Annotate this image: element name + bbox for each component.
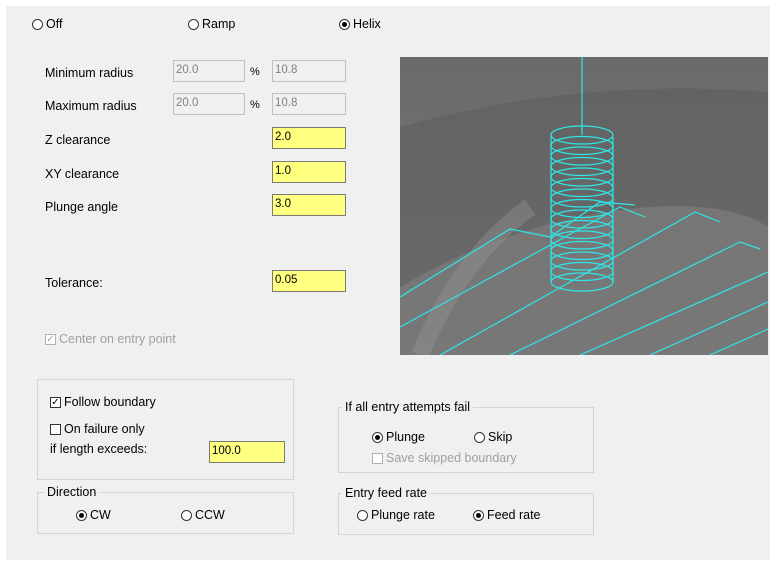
entry-helix-label: Helix <box>353 17 381 31</box>
ccw-label: CCW <box>195 508 225 522</box>
length-exceeds-label: if length exceeds: <box>50 442 148 456</box>
plunge-indicator <box>372 431 383 443</box>
failure-only-checkbox[interactable]: On failure only <box>50 422 145 436</box>
save-skipped-checkbox[interactable]: Save skipped boundary <box>372 451 517 465</box>
fail-plunge-label: Plunge <box>386 430 425 444</box>
feed-rate-indicator <box>473 509 484 521</box>
fail-skip-radio[interactable]: Skip <box>474 430 512 444</box>
fail-plunge-radio[interactable]: Plunge <box>372 430 425 444</box>
feed-rate-label: Feed rate <box>487 508 541 522</box>
max-radius-percent-unit: % <box>250 99 260 111</box>
z-clearance-field[interactable]: 2.0 <box>272 127 346 149</box>
direction-cw-radio[interactable]: CW <box>76 508 111 522</box>
max-radius-value-field: 10.8 <box>272 93 346 115</box>
follow-boundary-checkbox[interactable]: ✓ Follow boundary <box>50 395 156 409</box>
checkmark-icon: ✓ <box>45 333 56 345</box>
save-skipped-label: Save skipped boundary <box>386 451 517 465</box>
radio-off-indicator <box>32 18 43 30</box>
min-radius-percent-unit: % <box>250 66 260 78</box>
tolerance-field[interactable]: 0.05 <box>272 270 346 292</box>
ccw-indicator <box>181 509 192 521</box>
radio-ramp-indicator <box>188 18 199 30</box>
z-clearance-label: Z clearance <box>45 133 111 147</box>
min-radius-label: Minimum radius <box>45 66 134 80</box>
skip-indicator <box>474 431 485 443</box>
failure-only-label: On failure only <box>64 422 145 436</box>
helix-entry-panel: Off Ramp Helix Minimum radius 20.0 % 10.… <box>6 6 770 560</box>
min-radius-percent-field: 20.0 <box>173 60 245 82</box>
max-radius-percent-field: 20.0 <box>173 93 245 115</box>
tolerance-label: Tolerance: <box>45 276 103 290</box>
max-radius-label: Maximum radius <box>45 99 137 113</box>
entry-feed-title: Entry feed rate <box>342 486 430 500</box>
direction-ccw-radio[interactable]: CCW <box>181 508 225 522</box>
checkmark-icon: ✓ <box>50 396 61 408</box>
entry-helix-radio[interactable]: Helix <box>339 17 381 31</box>
entry-fail-title: If all entry attempts fail <box>342 400 474 414</box>
center-on-entry-label: Center on entry point <box>59 332 176 346</box>
xy-clearance-field[interactable]: 1.0 <box>272 161 346 183</box>
helix-toolpath-preview <box>400 57 768 355</box>
failure-only-box <box>50 423 61 435</box>
plunge-rate-indicator <box>357 509 368 521</box>
entry-ramp-radio[interactable]: Ramp <box>188 17 235 31</box>
plunge-angle-field[interactable]: 3.0 <box>272 194 346 216</box>
feed-rate-radio[interactable]: Feed rate <box>473 508 541 522</box>
save-skipped-box <box>372 452 383 464</box>
entry-off-radio[interactable]: Off <box>32 17 62 31</box>
min-radius-value-field: 10.8 <box>272 60 346 82</box>
center-on-entry-checkbox[interactable]: ✓ Center on entry point <box>45 332 176 346</box>
radio-helix-indicator <box>339 18 350 30</box>
plunge-angle-label: Plunge angle <box>45 200 118 214</box>
cw-label: CW <box>90 508 111 522</box>
entry-off-label: Off <box>46 17 63 31</box>
direction-title: Direction <box>44 485 100 499</box>
cw-indicator <box>76 509 87 521</box>
plunge-rate-label: Plunge rate <box>371 508 435 522</box>
fail-skip-label: Skip <box>488 430 513 444</box>
entry-ramp-label: Ramp <box>202 17 236 31</box>
xy-clearance-label: XY clearance <box>45 167 120 181</box>
length-exceeds-field[interactable]: 100.0 <box>209 441 285 463</box>
plunge-rate-radio[interactable]: Plunge rate <box>357 508 435 522</box>
follow-boundary-label: Follow boundary <box>64 395 156 409</box>
